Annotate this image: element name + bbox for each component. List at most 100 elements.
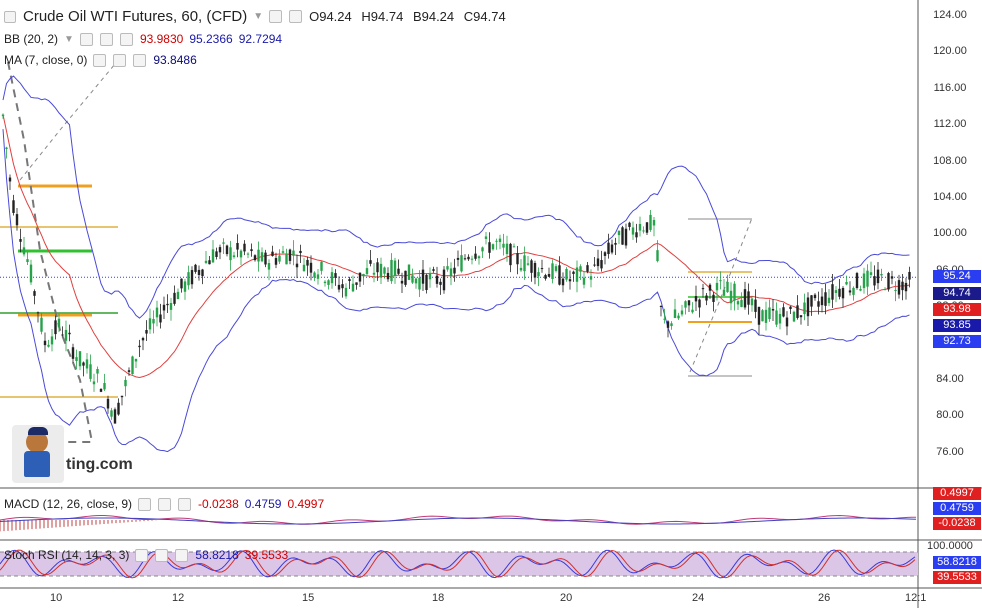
candle xyxy=(264,252,267,265)
candle xyxy=(477,256,481,259)
candle xyxy=(411,275,414,283)
candle xyxy=(460,255,463,272)
candle xyxy=(15,214,19,226)
settings-icon[interactable] xyxy=(155,548,169,562)
candle xyxy=(607,242,610,255)
close-icon[interactable] xyxy=(175,548,189,562)
macd-signal-value: 0.4997 xyxy=(287,497,325,511)
candle xyxy=(187,272,190,286)
candle xyxy=(708,284,712,291)
candle xyxy=(782,307,785,317)
candle xyxy=(106,398,110,409)
price-axis-label: 84.00 xyxy=(936,373,964,385)
stoch-label[interactable]: Stoch RSI (14, 14, 3, 3) xyxy=(4,548,129,562)
candle xyxy=(449,268,453,277)
ma-label[interactable]: MA (7, close, 0) xyxy=(4,53,87,67)
candle xyxy=(54,320,57,335)
candle xyxy=(71,347,75,359)
ma-value: 93.8486 xyxy=(153,53,197,67)
candle xyxy=(848,290,852,293)
candle xyxy=(642,230,645,232)
visibility-icon[interactable] xyxy=(138,497,152,511)
candle xyxy=(330,272,334,284)
candle xyxy=(645,222,649,233)
candle xyxy=(36,312,40,314)
candle xyxy=(138,345,141,348)
candle xyxy=(516,253,519,265)
candle xyxy=(768,307,771,320)
candle xyxy=(446,266,449,270)
candle xyxy=(176,291,180,300)
price-chart[interactable] xyxy=(0,0,982,608)
macd-legend: MACD (12, 26, close, 9) -0.0238 0.4759 0… xyxy=(4,497,324,511)
candle xyxy=(488,242,491,253)
candle xyxy=(526,263,530,265)
candle xyxy=(365,268,369,275)
candle xyxy=(803,302,806,315)
candle xyxy=(663,318,666,320)
candle xyxy=(435,275,439,284)
candle xyxy=(740,299,743,307)
candle xyxy=(12,200,15,213)
candle xyxy=(603,252,607,256)
candle xyxy=(792,311,796,322)
stoch-k-value: 58.8218 xyxy=(195,548,239,562)
candle xyxy=(841,287,845,299)
candle xyxy=(831,284,834,300)
close-icon[interactable] xyxy=(119,32,133,46)
settings-icon[interactable] xyxy=(158,497,172,511)
candle xyxy=(362,273,365,277)
candle xyxy=(155,307,159,318)
candle xyxy=(316,274,320,279)
bb-label[interactable]: BB (20, 2) xyxy=(4,32,58,46)
visibility-icon[interactable] xyxy=(269,10,283,23)
candle xyxy=(134,358,138,362)
symbol-title[interactable]: Crude Oil WTI Futures, 60, (CFD) xyxy=(23,8,247,25)
candle xyxy=(180,278,183,289)
candle xyxy=(8,177,12,182)
candle xyxy=(327,280,330,285)
candle xyxy=(309,262,313,273)
candle xyxy=(306,259,309,266)
candle xyxy=(593,264,596,266)
visibility-icon[interactable] xyxy=(79,32,93,46)
candle xyxy=(439,281,442,285)
candle xyxy=(162,304,166,311)
candle xyxy=(341,284,344,289)
candle xyxy=(789,306,792,309)
visibility-icon[interactable] xyxy=(93,53,107,67)
chevron-down-icon[interactable]: ▼ xyxy=(64,34,74,45)
settings-icon[interactable] xyxy=(289,10,303,23)
bb-basis-value: 93.9830 xyxy=(139,32,184,46)
collapse-icon[interactable] xyxy=(4,10,16,23)
settings-icon[interactable] xyxy=(113,53,127,67)
candle xyxy=(880,273,883,276)
candle xyxy=(813,294,817,299)
close-icon[interactable] xyxy=(133,53,147,67)
candle xyxy=(764,309,768,323)
candle xyxy=(292,250,295,256)
chevron-down-icon[interactable]: ▼ xyxy=(253,11,263,22)
candle xyxy=(481,247,484,252)
candle xyxy=(183,281,187,292)
candle xyxy=(173,292,176,304)
candle xyxy=(120,395,124,398)
candle xyxy=(554,266,558,271)
macd-label[interactable]: MACD (12, 26, close, 9) xyxy=(4,497,132,511)
candle xyxy=(824,292,827,306)
candle xyxy=(901,281,904,291)
candle xyxy=(817,301,820,307)
candle xyxy=(194,264,197,272)
macd-line-value: 0.4759 xyxy=(244,497,282,511)
settings-icon[interactable] xyxy=(99,32,113,46)
close-icon[interactable] xyxy=(178,497,192,511)
visibility-icon[interactable] xyxy=(135,548,149,562)
candle xyxy=(257,249,260,262)
chart-window: Crude Oil WTI Futures, 60, (CFD) ▼ O94.2… xyxy=(0,0,982,608)
candle xyxy=(334,273,337,278)
stoch-d-value: 39.5533 xyxy=(244,548,289,562)
candle xyxy=(407,264,411,280)
price-axis-label: 112.00 xyxy=(933,118,967,131)
candle xyxy=(855,273,859,289)
candle xyxy=(652,220,656,226)
